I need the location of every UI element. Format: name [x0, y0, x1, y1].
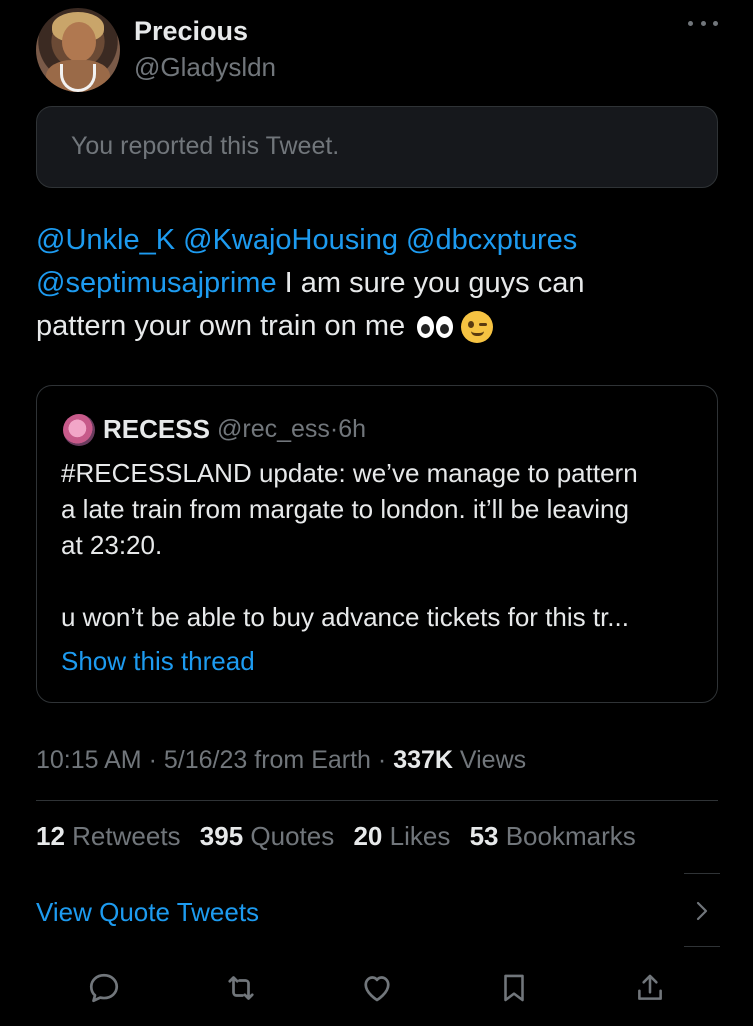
retweets-count: 12	[36, 821, 65, 851]
quotes-count: 395	[199, 821, 244, 851]
show-thread-link[interactable]: Show this thread	[61, 646, 255, 677]
tweet-text-line: I am sure you guys can	[276, 267, 585, 299]
quoted-tweet-time: 6h	[338, 415, 367, 443]
tweet-header: Precious @Gladysldn	[36, 6, 726, 96]
quoted-body-line: a late train from margate to london. it’…	[61, 494, 629, 524]
bookmarks-stat[interactable]: 53 Bookmarks	[470, 821, 636, 851]
mention-link[interactable]: @KwajoHousing	[183, 224, 398, 256]
author-name[interactable]: Precious	[134, 16, 248, 47]
retweets-stat[interactable]: 12 Retweets	[36, 821, 181, 851]
reply-icon[interactable]	[82, 966, 126, 1010]
author-handle[interactable]: @Gladysldn	[134, 52, 276, 83]
view-quote-tweets-row[interactable]: View Quote Tweets	[0, 873, 720, 947]
divider	[36, 800, 718, 801]
meta-separator: ·	[377, 746, 387, 774]
quoted-body-line: at 23:20.	[61, 530, 163, 560]
tweet-date: 5/16/23	[163, 746, 248, 774]
quoted-body-line: u won’t be able to buy advance tickets f…	[61, 602, 629, 632]
quotes-stat[interactable]: 395 Quotes	[200, 821, 334, 851]
bookmark-icon[interactable]	[492, 966, 536, 1010]
tweet-source: from Earth	[254, 746, 371, 774]
bookmarks-count: 53	[469, 821, 499, 851]
quoted-author-avatar	[63, 414, 95, 446]
mention-link[interactable]: @Unkle_K	[36, 224, 175, 256]
bookmarks-label: Bookmarks	[505, 821, 636, 851]
chevron-right-icon[interactable]	[684, 873, 720, 947]
winking-face-emoji-icon	[461, 311, 494, 344]
author-avatar[interactable]	[36, 8, 120, 92]
like-icon[interactable]	[355, 966, 399, 1010]
tweet-text-line: pattern your own train on me	[36, 310, 406, 342]
meta-separator: ·	[329, 415, 339, 443]
view-quote-tweets-link[interactable]: View Quote Tweets	[36, 897, 259, 928]
quotes-label: Quotes	[250, 821, 335, 851]
tweet-time: 10:15 AM	[36, 746, 142, 774]
engagement-stats: 12 Retweets 395 Quotes 20 Likes 53 Bookm…	[36, 821, 648, 852]
mention-link[interactable]: @septimusajprime	[36, 267, 277, 299]
reported-notice: You reported this Tweet.	[36, 106, 718, 188]
quoted-author-name: RECESS	[103, 414, 210, 444]
retweets-label: Retweets	[72, 821, 181, 851]
quoted-author-handle: @rec_ess	[217, 415, 330, 443]
meta-separator: ·	[148, 746, 157, 774]
more-options-icon[interactable]	[688, 16, 718, 30]
tweet-meta: 10:15 AM · 5/16/23 from Earth · 337K Vie…	[36, 746, 526, 775]
reported-notice-text: You reported this Tweet.	[71, 132, 340, 160]
likes-stat[interactable]: 20 Likes	[353, 821, 450, 851]
eyes-emoji-icon	[417, 316, 455, 339]
likes-count: 20	[353, 821, 383, 851]
quoted-body-line: #RECESSLAND update: we’ve manage to patt…	[61, 458, 638, 488]
views-count[interactable]: 337K	[393, 746, 453, 774]
share-icon[interactable]	[628, 966, 672, 1010]
quoted-tweet-card[interactable]: RECESS @rec_ess·6h #RECESSLAND update: w…	[36, 385, 718, 703]
mention-link[interactable]: @dbcxptures	[406, 224, 577, 256]
tweet-text: @Unkle_K @KwajoHousing @dbcxptures @sept…	[36, 219, 716, 348]
quoted-author-meta: @rec_ess·6h	[217, 415, 366, 444]
tweet-actions-bar	[82, 966, 672, 1010]
retweet-icon[interactable]	[219, 966, 263, 1010]
likes-label: Likes	[389, 821, 451, 851]
quoted-tweet-body: #RECESSLAND update: we’ve manage to patt…	[61, 455, 701, 635]
views-label[interactable]: Views	[460, 746, 526, 774]
